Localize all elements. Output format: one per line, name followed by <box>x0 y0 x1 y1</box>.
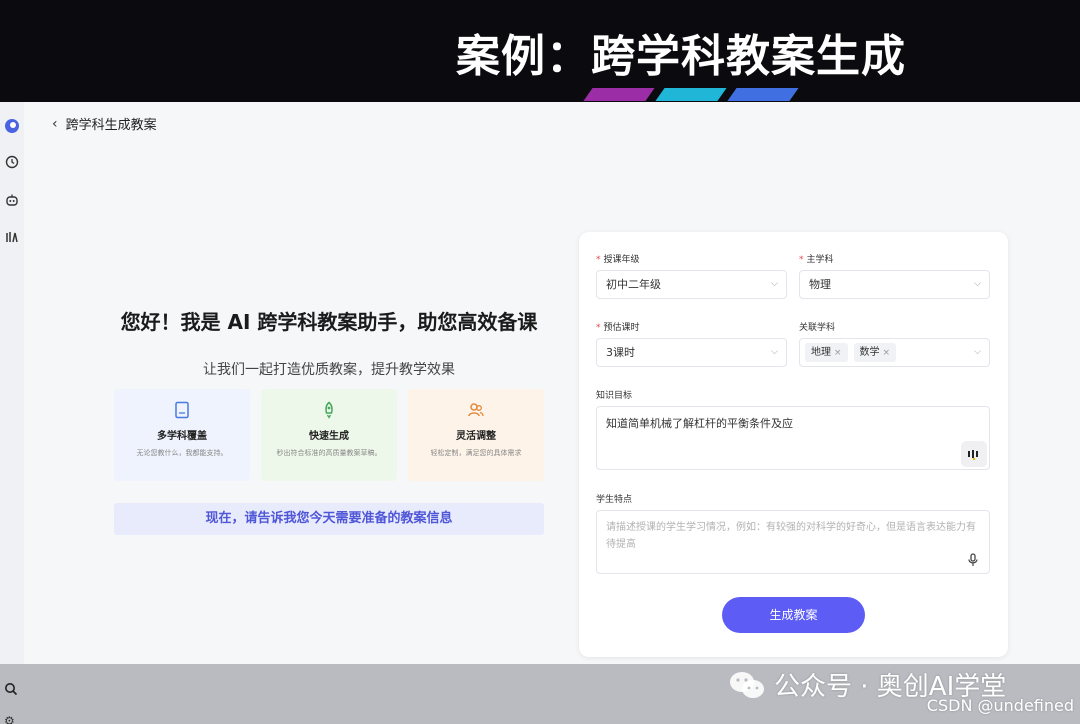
bottom-bar: ⚙ 公众号 · 奥创AI学堂 CSDN @undefined <box>0 664 1080 724</box>
chevron-down-icon: ⌵ <box>974 347 981 357</box>
welcome-section: 您好！我是 AI 跨学科教案助手，助您高效备课 让我们一起打造优质教案，提升教学… <box>114 306 544 379</box>
back-button[interactable]: ‹ 跨学科生成教案 <box>52 114 157 134</box>
knowledge-goal-input[interactable]: 知道简单机械了解杠杆的平衡条件及应 <box>596 406 990 470</box>
feature-card-desc: 秒出符合标准的高质量教案草稿。 <box>276 449 382 457</box>
decor-stripe-3 <box>727 88 799 101</box>
lesson-form: * 授课年级 初中二年级 ⌵ * 主学科 物理 ⌵ * 预估课时 3课时 ⌵ 关联学科 地理… <box>579 232 1008 657</box>
feature-card-multi-subject: 多学科覆盖 无论您教什么，我都能支持。 <box>114 389 250 481</box>
grade-label: * 授课年级 <box>596 255 640 265</box>
sidebar <box>0 102 24 664</box>
subject-select[interactable]: 物理 ⌵ <box>799 270 990 299</box>
student-traits-label: 学生特点 <box>596 495 633 505</box>
history-icon[interactable] <box>4 154 20 170</box>
feature-cards: 多学科覆盖 无论您教什么，我都能支持。 快速生成 秒出符合标准的高质量教案草稿。… <box>114 389 544 481</box>
feature-card-desc: 轻松定制，满足您的具体需求 <box>430 449 522 457</box>
chevron-down-icon: ⌵ <box>974 279 981 289</box>
app-screen: ‹ 跨学科生成教案 您好！我是 AI 跨学科教案助手，助您高效备课 让我们一起打… <box>0 102 1080 664</box>
app-logo-icon[interactable] <box>4 118 20 134</box>
feature-card-desc: 无论您教什么，我都能支持。 <box>136 449 228 457</box>
decor-stripe-2 <box>655 88 727 101</box>
slide-title: 案例：跨学科教案生成 <box>456 31 906 82</box>
chevron-left-icon: ‹ <box>52 115 58 132</box>
tag-math[interactable]: 数学 × <box>853 343 897 362</box>
feature-card-title: 灵活调整 <box>456 431 496 442</box>
close-icon[interactable]: × <box>834 348 842 358</box>
feature-card-fast: 快速生成 秒出符合标准的高质量教案草稿。 <box>261 389 397 481</box>
chevron-down-icon: ⌵ <box>771 347 778 357</box>
tag-geography[interactable]: 地理 × <box>805 343 848 362</box>
voice-wave-icon <box>968 450 978 460</box>
page-title: 跨学科生成教案 <box>65 118 157 133</box>
prompt-banner: 现在，请告诉我您今天需要准备的教案信息 <box>114 503 544 535</box>
microphone-icon[interactable] <box>967 553 979 567</box>
library-icon[interactable] <box>4 229 20 245</box>
csdn-watermark: CSDN @undefined <box>926 696 1074 715</box>
greeting-subtitle: 让我们一起打造优质教案，提升教学效果 <box>203 362 455 378</box>
slide-title-bar: 案例：跨学科教案生成 <box>0 0 1080 102</box>
hours-label: * 预估课时 <box>596 323 640 333</box>
voice-input-button[interactable] <box>961 441 987 467</box>
chevron-down-icon: ⌵ <box>771 279 778 289</box>
decor-stripe-1 <box>583 88 655 101</box>
grade-select[interactable]: 初中二年级 ⌵ <box>596 270 787 299</box>
robot-icon[interactable] <box>4 192 20 208</box>
generate-plan-button[interactable]: 生成教案 <box>722 597 865 633</box>
student-traits-input[interactable]: 请描述授课的学生学习情况，例如：有较强的对科学的好奇心，但是语言表达能力有待提高 <box>596 510 990 574</box>
related-subject-select[interactable]: 地理 × 数学 × ⌵ <box>799 338 990 367</box>
document-icon <box>175 401 189 419</box>
feature-card-title: 快速生成 <box>309 431 349 442</box>
subject-label: * 主学科 <box>799 255 834 265</box>
close-icon[interactable]: × <box>883 348 891 358</box>
knowledge-goal-label: 知识目标 <box>596 391 633 401</box>
users-icon <box>468 403 484 417</box>
greeting-heading: 您好！我是 AI 跨学科教案助手，助您高效备课 <box>120 310 538 334</box>
rocket-icon <box>325 401 333 419</box>
feature-card-title: 多学科覆盖 <box>157 431 207 442</box>
hours-select[interactable]: 3课时 ⌵ <box>596 338 787 367</box>
wechat-logo-icon <box>730 671 764 698</box>
settings-icon[interactable]: ⚙ <box>4 714 15 724</box>
search-icon[interactable] <box>4 682 18 696</box>
feature-card-flexible: 灵活调整 轻松定制，满足您的具体需求 <box>408 389 544 481</box>
related-subject-label: 关联学科 <box>799 323 836 333</box>
